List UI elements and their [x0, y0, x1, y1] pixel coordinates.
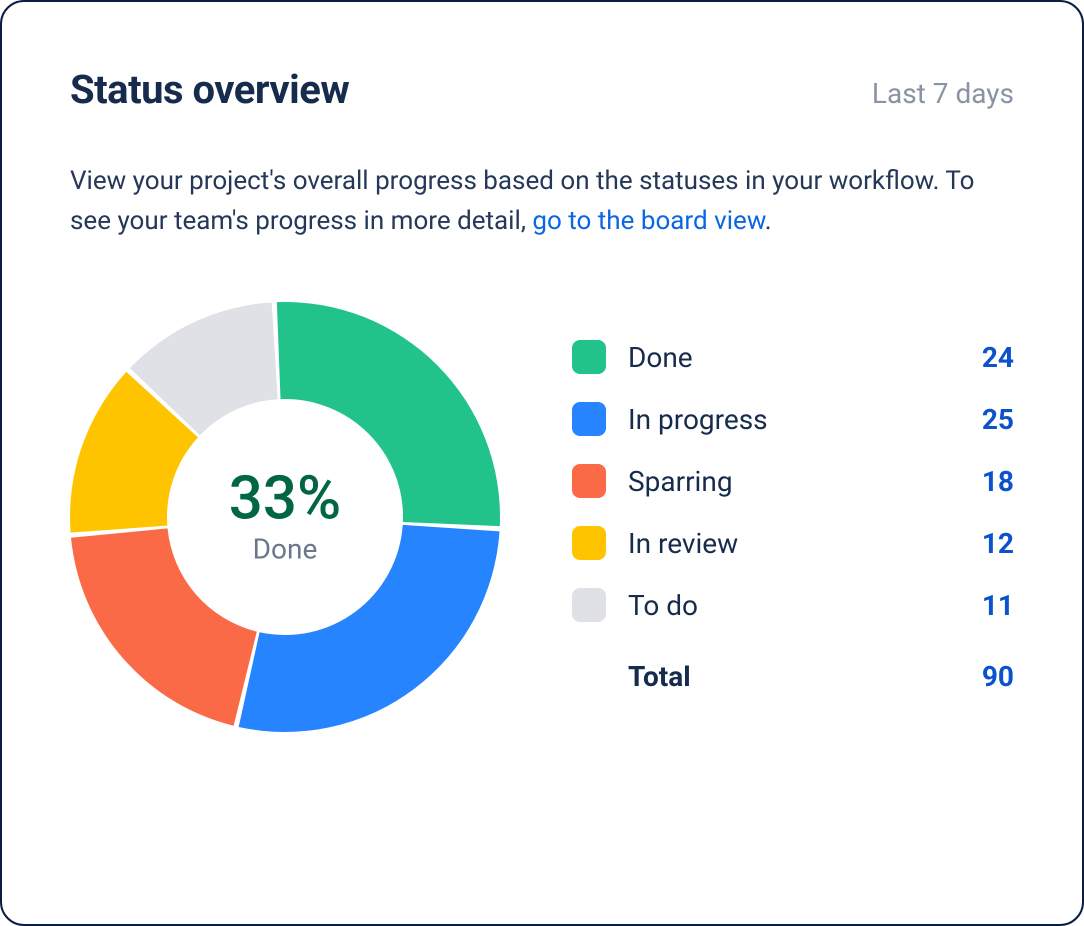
- legend-row-done: Done 24: [572, 326, 1014, 388]
- legend-label: Done: [628, 341, 693, 374]
- legend-value: 25: [982, 403, 1014, 436]
- time-range: Last 7 days: [872, 77, 1014, 110]
- legend: Done 24 In progress 25 Sparring 18: [572, 326, 1014, 707]
- legend-row-total: Total 90: [572, 646, 1014, 707]
- legend-value: 18: [982, 465, 1014, 498]
- card-header: Status overview Last 7 days: [70, 66, 1014, 113]
- legend-total-value: 90: [982, 660, 1014, 693]
- legend-label: To do: [628, 589, 698, 622]
- swatch-sparring: [572, 464, 606, 498]
- description-text-after: .: [765, 206, 772, 236]
- legend-value: 24: [982, 341, 1014, 374]
- card-description: View your project's overall progress bas…: [70, 161, 1014, 242]
- legend-value: 11: [982, 589, 1014, 622]
- legend-label: In review: [628, 527, 738, 560]
- legend-row-to-do: To do 11: [572, 574, 1014, 636]
- donut-center: 33% Done: [229, 468, 341, 565]
- legend-label: Sparring: [628, 465, 733, 498]
- swatch-in-review: [572, 526, 606, 560]
- chart-row: 33% Done Done 24 In progress 25: [70, 302, 1014, 732]
- legend-row-in-review: In review 12: [572, 512, 1014, 574]
- status-overview-card: Status overview Last 7 days View your pr…: [0, 0, 1084, 926]
- legend-row-sparring: Sparring 18: [572, 450, 1014, 512]
- legend-value: 12: [982, 527, 1014, 560]
- legend-row-in-progress: In progress 25: [572, 388, 1014, 450]
- swatch-in-progress: [572, 402, 606, 436]
- board-view-link[interactable]: go to the board view: [532, 206, 764, 236]
- card-title: Status overview: [70, 66, 349, 113]
- donut-chart: 33% Done: [70, 302, 500, 732]
- description-text-before: View your project's overall progress bas…: [70, 166, 975, 236]
- donut-center-label: Done: [229, 532, 341, 565]
- swatch-done: [572, 340, 606, 374]
- legend-label: In progress: [628, 403, 768, 436]
- swatch-to-do: [572, 588, 606, 622]
- legend-total-label: Total: [628, 660, 691, 693]
- donut-center-percent: 33%: [229, 468, 341, 528]
